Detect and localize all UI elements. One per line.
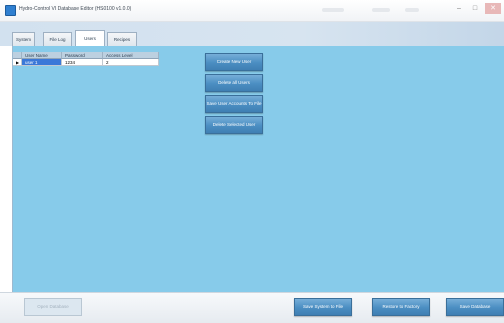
table-row[interactable]: ▶ user 1 1234 2 (13, 59, 159, 66)
maximize-icon[interactable]: □ (468, 3, 482, 14)
titlebar-blur (372, 8, 390, 12)
column-header-access-level[interactable]: Access Level (103, 52, 159, 59)
cell-password[interactable]: 1234 (62, 59, 103, 66)
restore-to-factory-button[interactable]: Restore to Factory (372, 298, 430, 316)
close-icon[interactable]: ✕ (485, 3, 501, 14)
table-header: User Name Password Access Level (13, 52, 159, 59)
users-panel: User Name Password Access Level ▶ user 1… (12, 46, 504, 292)
minimize-icon[interactable]: – (452, 3, 466, 14)
tab-recipes[interactable]: Recipes (107, 32, 137, 46)
save-database-button[interactable]: Save Database (446, 298, 504, 316)
cell-access-level[interactable]: 2 (103, 59, 159, 66)
window-title: Hydro-Control VI Database Editor (HS0100… (19, 6, 132, 12)
tab-file-log[interactable]: File Log (43, 32, 72, 46)
titlebar-blur (322, 8, 344, 12)
tab-bar: System File Log Users Recipes (0, 22, 504, 46)
title-bar: Hydro-Control VI Database Editor (HS0100… (0, 0, 504, 22)
tab-users[interactable]: Users (75, 30, 105, 46)
column-header (13, 52, 22, 59)
delete-all-users-button[interactable]: Delete all Users (205, 74, 263, 92)
delete-selected-user-button[interactable]: Delete Selected User (205, 116, 263, 134)
create-new-user-button[interactable]: Create New User (205, 53, 263, 71)
titlebar-blur (405, 8, 419, 12)
row-indicator-icon: ▶ (13, 59, 22, 66)
bottom-bar: Open Database Save System to File Restor… (0, 292, 504, 323)
column-header-user-name[interactable]: User Name (22, 52, 62, 59)
column-header-password[interactable]: Password (62, 52, 103, 59)
save-system-to-file-button[interactable]: Save System to File (294, 298, 352, 316)
users-table[interactable]: User Name Password Access Level ▶ user 1… (13, 52, 159, 66)
app-icon (5, 5, 16, 16)
open-database-button[interactable]: Open Database (24, 298, 82, 316)
cell-user-name[interactable]: user 1 (22, 59, 62, 66)
tab-system[interactable]: System (12, 32, 35, 46)
save-user-accounts-button[interactable]: Save User Accounts To File (205, 95, 263, 113)
